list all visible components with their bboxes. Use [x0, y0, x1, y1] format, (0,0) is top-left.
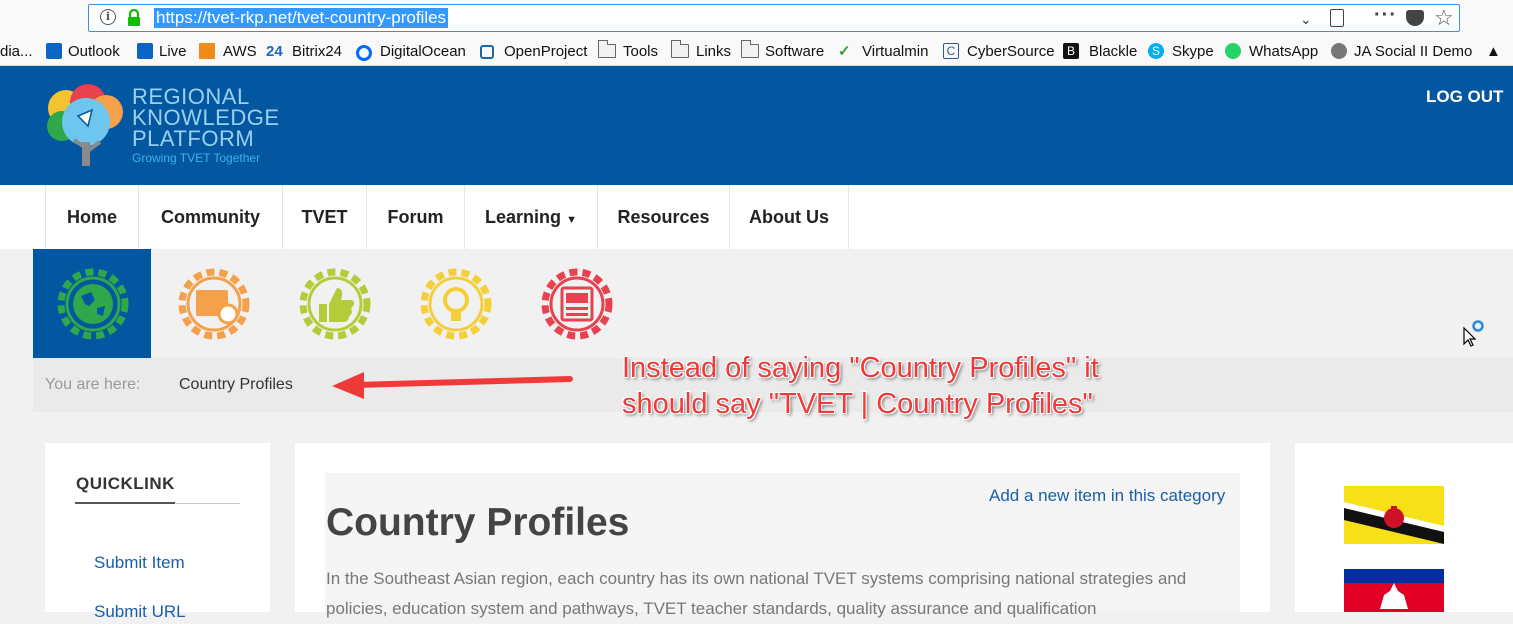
quicklink-panel: [45, 443, 270, 612]
quicklink-title: QUICKLINK: [76, 474, 175, 493]
aws-cube-icon: [199, 43, 215, 59]
nav-item-resources[interactable]: Resources: [597, 185, 729, 249]
chevron-down-icon[interactable]: ⌄: [1300, 11, 1312, 28]
blackle-icon: B: [1063, 43, 1079, 59]
bookmark-item[interactable]: AWS: [223, 43, 257, 61]
lightbulb-gear-icon[interactable]: [414, 262, 498, 346]
bookmark-item[interactable]: JA Social II Demo: [1354, 43, 1472, 61]
breadcrumb-current: Country Profiles: [179, 376, 293, 393]
page-title: Country Profiles: [326, 501, 630, 544]
url-text[interactable]: https://tvet-rkp.net/tvet-country-profil…: [154, 8, 449, 28]
annotation-text: Instead of saying "Country Profiles" it …: [622, 350, 1099, 422]
whatsapp-icon: [1225, 43, 1241, 59]
nav-label: Forum: [387, 207, 444, 227]
tree-logo-icon[interactable]: [44, 82, 130, 168]
info-icon[interactable]: i: [100, 9, 116, 25]
nav-label: TVET: [301, 207, 348, 227]
nav-label: Resources: [617, 207, 710, 227]
bookmark-item[interactable]: Bitrix24: [292, 43, 342, 61]
bookmark-folder[interactable]: Links: [696, 43, 731, 61]
virtualmin-icon: ✓: [838, 43, 851, 60]
document-gear-icon[interactable]: [535, 262, 619, 346]
logo-line: KNOWLEDGE: [132, 105, 280, 130]
bookmark-item[interactable]: Virtualmin: [862, 43, 928, 61]
folder-icon: [670, 40, 689, 58]
breadcrumb-label: You are here:: [45, 376, 141, 393]
logo-line: REGIONAL: [132, 84, 250, 109]
submit-url-link[interactable]: Submit URL: [94, 602, 186, 622]
add-item-link[interactable]: Add a new item in this category: [989, 486, 1225, 506]
nav-item-home[interactable]: Home: [45, 185, 138, 249]
logo-wordmark[interactable]: REGIONAL KNOWLEDGE PLATFORM: [132, 84, 280, 151]
bookmark-item[interactable]: dia...: [0, 43, 33, 61]
thumbs-up-gear-icon[interactable]: [293, 262, 377, 346]
logo-tagline: Growing TVET Together: [132, 151, 261, 165]
globe-gear-icon[interactable]: [51, 262, 135, 346]
bookmark-folder[interactable]: Tools: [623, 43, 658, 61]
overflow-chevron-icon[interactable]: ▲: [1486, 43, 1501, 61]
bookmark-item[interactable]: WhatsApp: [1249, 43, 1318, 61]
folder-icon: [597, 40, 616, 58]
lock-icon: [128, 9, 140, 26]
openproject-icon: [480, 45, 494, 59]
bookmark-item[interactable]: Skype: [1172, 43, 1214, 61]
nav-label: About Us: [749, 207, 829, 227]
annotation-line: Instead of saying "Country Profiles" it: [622, 352, 1099, 384]
cambodia-flag-icon: [1344, 569, 1444, 612]
divider-accent: [75, 502, 175, 504]
logo-line: PLATFORM: [132, 126, 255, 151]
cybersource-icon: C: [943, 43, 959, 59]
nav-item-forum[interactable]: Forum: [366, 185, 464, 249]
outlook-icon: [46, 43, 62, 59]
bookmark-item[interactable]: DigitalOcean: [380, 43, 466, 61]
bitrix24-icon: 24: [266, 43, 283, 60]
reader-view-icon[interactable]: [1330, 9, 1344, 27]
folder-icon: [740, 40, 759, 58]
calendar-gear-icon[interactable]: [172, 262, 256, 346]
bookmark-folder[interactable]: Software: [765, 43, 824, 61]
nav-label: Home: [66, 207, 117, 227]
annotation-line: should say "TVET | Country Profiles": [622, 388, 1093, 420]
nav-item-community[interactable]: Community: [138, 185, 282, 249]
digitalocean-icon: [356, 45, 372, 61]
bookmark-item[interactable]: Outlook: [68, 43, 120, 61]
bookmark-item[interactable]: Blackle: [1089, 43, 1137, 61]
skype-icon: S: [1148, 43, 1164, 59]
annotation-arrow-icon: [332, 372, 573, 399]
cambodia-flag[interactable]: [1344, 569, 1444, 612]
nav-item-about-us[interactable]: About Us: [729, 185, 849, 249]
nav-item-learning[interactable]: Learning ▼: [464, 185, 597, 249]
brunei-flag-icon: [1344, 486, 1444, 544]
logout-link[interactable]: LOG OUT: [1426, 87, 1503, 107]
bookmark-item[interactable]: OpenProject: [504, 43, 587, 61]
bookmark-star-icon[interactable]: ☆: [1434, 5, 1454, 31]
submit-item-link[interactable]: Submit Item: [94, 553, 185, 573]
mouse-cursor-icon: [1463, 320, 1484, 347]
nav-item-tvet[interactable]: TVET: [282, 185, 366, 249]
nav-label: Learning: [485, 207, 562, 227]
bookmark-item[interactable]: Live: [159, 43, 187, 61]
caret-down-icon: ▼: [566, 214, 577, 226]
more-actions-icon[interactable]: ···: [1374, 4, 1397, 27]
bookmark-item[interactable]: CyberSource: [967, 43, 1055, 61]
globe-icon: [1331, 43, 1347, 59]
intro-text: In the Southeast Asian region, each coun…: [326, 569, 1187, 618]
outlook-live-icon: [137, 43, 153, 59]
brunei-flag[interactable]: [1344, 486, 1444, 544]
nav-label: Community: [161, 207, 260, 227]
